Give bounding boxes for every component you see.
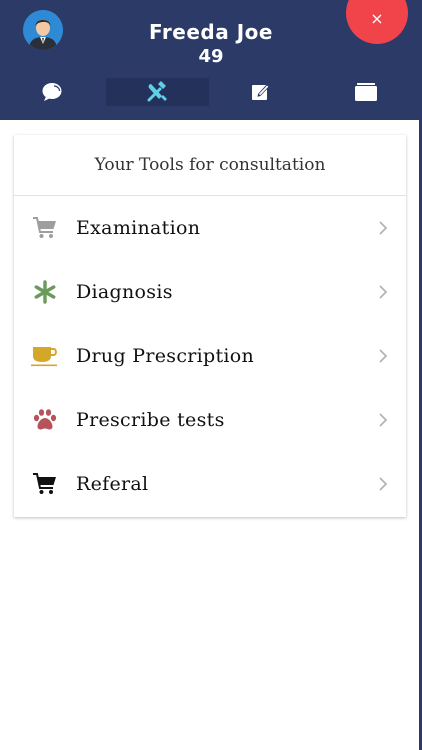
tool-item-label: Drug Prescription [76, 345, 255, 367]
tools-card: Your Tools for consultation Examination [14, 135, 406, 517]
tools-card-title: Your Tools for consultation [14, 135, 406, 196]
chevron-right-icon [379, 285, 388, 299]
shopping-cart-icon [33, 217, 56, 238]
chevron-right-icon [379, 413, 388, 427]
cup-icon [31, 347, 57, 367]
shopping-cart-icon [33, 473, 56, 494]
tool-item-prescribe-tests[interactable]: Prescribe tests [14, 388, 406, 452]
close-icon: × [370, 8, 384, 28]
chevron-right-icon [379, 221, 388, 235]
chevron-right-icon [379, 349, 388, 363]
tab-bar [0, 78, 422, 110]
tab-cards[interactable] [338, 78, 394, 106]
paw-icon [33, 409, 57, 430]
tool-item-diagnosis[interactable]: Diagnosis [14, 260, 406, 324]
asterisk-icon [34, 280, 56, 304]
tool-item-drug-prescription[interactable]: Drug Prescription [14, 324, 406, 388]
chevron-right-icon [379, 477, 388, 491]
tool-item-label: Referal [76, 473, 149, 495]
tool-item-referal[interactable]: Referal [14, 452, 406, 516]
cards-icon [355, 83, 377, 101]
tab-tools[interactable] [106, 78, 209, 106]
tab-notes[interactable] [233, 78, 289, 106]
chat-bubble-icon [42, 83, 62, 101]
tool-item-label: Prescribe tests [76, 409, 225, 431]
edit-note-icon [252, 84, 270, 100]
tool-item-examination[interactable]: Examination [14, 196, 406, 260]
tool-item-label: Examination [76, 217, 201, 239]
tool-item-label: Diagnosis [76, 281, 173, 303]
app-header: Freeda Joe 49 × [0, 0, 422, 120]
tab-chat[interactable] [24, 78, 80, 106]
patient-age: 49 [198, 46, 224, 67]
tools-icon [147, 81, 167, 102]
